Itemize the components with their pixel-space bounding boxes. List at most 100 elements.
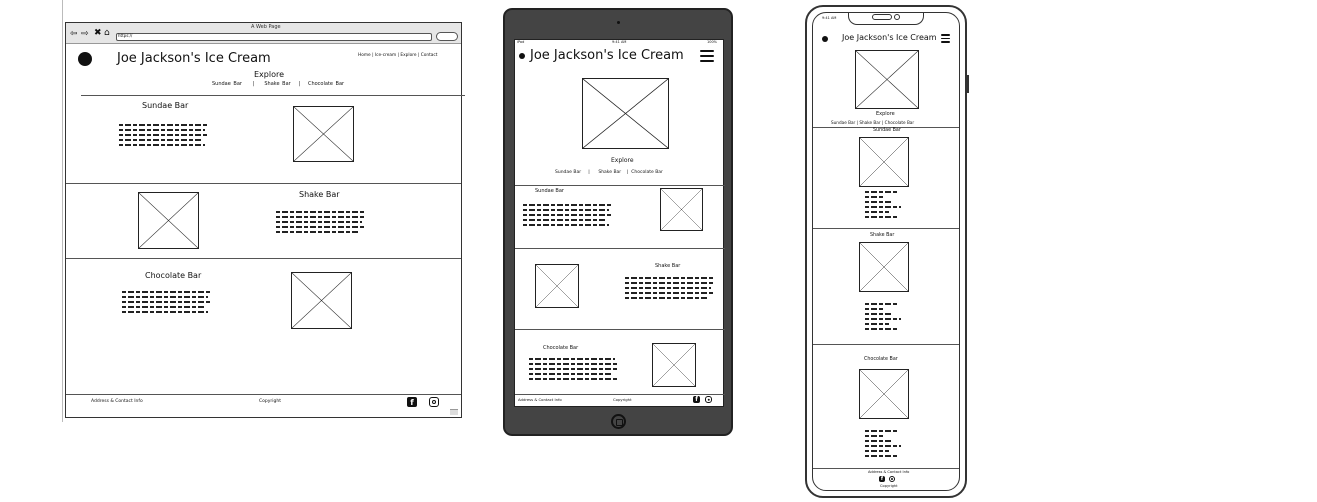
divider (813, 344, 959, 345)
placeholder-text (529, 358, 621, 383)
url-bar[interactable]: https:// (116, 33, 432, 41)
site-title: Joe Jackson's Ice Cream (842, 33, 937, 42)
nav-ice-cream[interactable]: Ice-cream (375, 53, 396, 58)
placeholder-text (865, 303, 905, 333)
explore-links: Sundae Bar | Shake Bar | Chocolate Bar (555, 170, 663, 175)
hamburger-menu-icon[interactable] (700, 50, 714, 62)
image-placeholder-icon (859, 242, 909, 292)
section-heading-chocolate: Chocolate Bar (145, 271, 202, 280)
back-arrow-icon[interactable]: ⇦ (70, 29, 78, 39)
facebook-icon[interactable]: f (693, 396, 700, 403)
footer-copyright: Copyright (259, 399, 281, 404)
home-icon[interactable]: ⌂ (104, 28, 110, 38)
desktop-nav: Home | Ice-cream | Explore | Contact (358, 53, 438, 58)
instagram-icon[interactable] (889, 476, 895, 482)
section-heading-sundae: Sundae Bar (535, 188, 564, 194)
image-placeholder-icon (291, 272, 352, 329)
camera-dot (894, 14, 900, 20)
placeholder-text (523, 204, 615, 229)
footer-address: Address & Contact Info (518, 397, 562, 402)
placeholder-text (119, 124, 209, 149)
placeholder-text (865, 191, 905, 221)
footer-copyright: Copyright (613, 397, 632, 402)
section-heading-chocolate: Chocolate Bar (543, 345, 579, 351)
browser-window: A Web Page ⇦ ⇨ ✖ ⌂ https:// Joe Jackson'… (65, 22, 465, 418)
browser-title: A Web Page (251, 24, 281, 30)
close-icon[interactable]: ✖ (94, 28, 102, 38)
hamburger-menu-icon[interactable] (941, 34, 950, 43)
logo-dot (822, 36, 828, 42)
nav-home[interactable]: Home (358, 53, 371, 58)
tablet-screen: iPad 9:41 AM 100% Joe Jackson's Ice Crea… (514, 39, 725, 407)
explore-link-shake[interactable]: Shake Bar (598, 170, 621, 175)
camera-dot (617, 21, 620, 24)
explore-link-sundae[interactable]: Sundae Bar (831, 120, 855, 125)
logo-dot (519, 53, 525, 59)
section-heading-shake: Shake Bar (870, 233, 895, 238)
resize-handle[interactable] (450, 409, 458, 415)
tablet-wireframe: iPad 9:41 AM 100% Joe Jackson's Ice Crea… (503, 8, 733, 436)
footer-divider (813, 468, 959, 469)
placeholder-text (865, 430, 905, 460)
forward-arrow-icon[interactable]: ⇨ (81, 29, 89, 39)
image-placeholder-icon (138, 192, 199, 249)
placeholder-text (625, 277, 717, 302)
guide-line (62, 0, 63, 422)
image-placeholder-icon (859, 137, 909, 187)
hero-image-placeholder-icon (855, 50, 919, 109)
explore-link-shake[interactable]: Shake Bar (859, 120, 880, 125)
divider (81, 95, 465, 96)
footer-divider (66, 394, 461, 395)
explore-link-chocolate[interactable]: Chocolate Bar (308, 81, 344, 87)
explore-heading: Explore (611, 157, 634, 164)
logo-dot (78, 52, 92, 66)
site-title: Joe Jackson's Ice Cream (530, 48, 684, 63)
nav-contact[interactable]: Contact (421, 53, 438, 58)
explore-links: Sundae Bar | Shake Bar | Chocolate Bar (212, 81, 345, 87)
footer-address: Address & Contact Info (868, 470, 910, 474)
explore-heading: Explore (254, 70, 285, 79)
speaker-grille (872, 14, 892, 20)
divider (813, 228, 959, 229)
explore-heading: Explore (876, 111, 895, 117)
divider (515, 185, 725, 186)
url-text: https:// (118, 33, 133, 38)
phone-inner-frame: 9:41 AM Joe Jackson's Ice Cream Explore … (812, 12, 960, 491)
divider (515, 329, 725, 330)
placeholder-text (122, 291, 212, 316)
status-battery: 100% (707, 40, 718, 44)
status-time: 9:41 AM (612, 40, 627, 44)
facebook-icon[interactable]: f (879, 476, 885, 482)
explore-link-sundae[interactable]: Sundae Bar (555, 170, 581, 175)
image-placeholder-icon (535, 264, 579, 308)
explore-link-chocolate[interactable]: Chocolate Bar (885, 120, 914, 125)
section-heading-sundae: Sundae Bar (873, 128, 901, 133)
search-field[interactable] (436, 32, 458, 41)
explore-link-shake[interactable]: Shake Bar (264, 81, 290, 87)
home-button[interactable] (611, 414, 626, 429)
section-heading-shake: Shake Bar (655, 263, 681, 269)
facebook-icon[interactable]: f (407, 397, 417, 407)
instagram-icon[interactable] (705, 396, 712, 403)
explore-link-chocolate[interactable]: Chocolate Bar (631, 170, 663, 175)
nav-explore[interactable]: Explore (400, 53, 416, 58)
status-time: 9:41 AM (822, 16, 837, 20)
instagram-icon[interactable] (429, 397, 439, 407)
phone-notch (848, 13, 924, 25)
explore-links: Sundae Bar | Shake Bar | Chocolate Bar (831, 120, 915, 125)
image-placeholder-icon (859, 369, 909, 419)
desktop-wireframe: A Web Page ⇦ ⇨ ✖ ⌂ https:// Joe Jackson'… (0, 0, 470, 430)
explore-link-sundae[interactable]: Sundae Bar (212, 81, 242, 87)
status-carrier: iPad (517, 40, 525, 44)
hero-image-placeholder-icon (582, 78, 669, 149)
placeholder-text (276, 211, 366, 236)
footer-divider (515, 394, 725, 395)
image-placeholder-icon (652, 343, 696, 387)
divider (66, 183, 461, 184)
section-heading-shake: Shake Bar (299, 190, 340, 199)
image-placeholder-icon (293, 106, 354, 162)
phone-wireframe: 9:41 AM Joe Jackson's Ice Cream Explore … (805, 5, 969, 498)
phone-side-button (966, 75, 969, 93)
divider (515, 248, 725, 249)
site-title: Joe Jackson's Ice Cream (117, 51, 271, 66)
